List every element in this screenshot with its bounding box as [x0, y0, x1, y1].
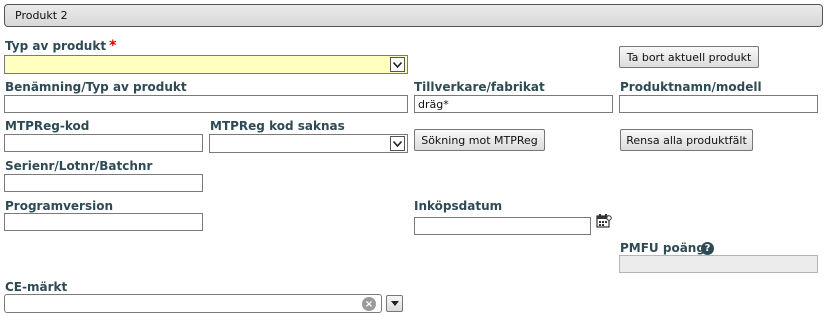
clear-product-fields-button[interactable]: Rensa alla produktfält: [620, 129, 753, 151]
pmfu-input: [619, 255, 818, 273]
required-marker: *: [109, 38, 117, 54]
programversion-input[interactable]: [4, 213, 203, 231]
benamning-label: Benämning/Typ av produkt: [5, 80, 187, 94]
remove-product-button[interactable]: Ta bort aktuell produkt: [619, 46, 759, 68]
chevron-down-icon[interactable]: [390, 57, 405, 72]
pmfu-label: PMFU poäng: [620, 241, 705, 255]
mtpreg-saknas-select[interactable]: [209, 134, 408, 153]
produktnamn-input[interactable]: [619, 95, 818, 113]
typ-av-produkt-label: Typ av produkt *: [5, 38, 116, 54]
chevron-down-icon[interactable]: [390, 136, 405, 151]
mtpreg-kod-label: MTPReg-kod: [5, 119, 90, 133]
tillverkare-label: Tillverkare/fabrikat: [414, 80, 545, 94]
ce-markt-input[interactable]: [4, 294, 382, 313]
benamning-input[interactable]: [4, 95, 408, 113]
caret-down-icon: [390, 301, 399, 306]
help-icon[interactable]: ?: [701, 242, 714, 255]
ce-markt-dropdown-button[interactable]: [386, 295, 403, 312]
typ-av-produkt-select[interactable]: [4, 55, 408, 74]
produktnamn-label: Produktnamn/modell: [620, 80, 762, 94]
inkopsdatum-input[interactable]: [414, 217, 591, 235]
serienr-input[interactable]: [4, 174, 203, 192]
serienr-label: Serienr/Lotnr/Batchnr: [5, 159, 153, 173]
section-title: Produkt 2: [15, 9, 68, 22]
inkopsdatum-label: Inköpsdatum: [414, 199, 503, 213]
typ-av-produkt-label-text: Typ av produkt: [5, 39, 107, 53]
tillverkare-input[interactable]: dräg*: [414, 95, 613, 113]
ce-markt-label: CE-märkt: [5, 280, 68, 294]
calendar-icon[interactable]: [596, 213, 612, 229]
clear-icon[interactable]: ×: [362, 297, 376, 311]
mtpreg-kod-input[interactable]: [4, 134, 203, 152]
programversion-label: Programversion: [5, 199, 113, 213]
mtpreg-saknas-label: MTPReg kod saknas: [210, 119, 345, 133]
search-mtpreg-button[interactable]: Sökning mot MTPReg: [414, 129, 545, 151]
section-header: Produkt 2: [4, 4, 823, 27]
